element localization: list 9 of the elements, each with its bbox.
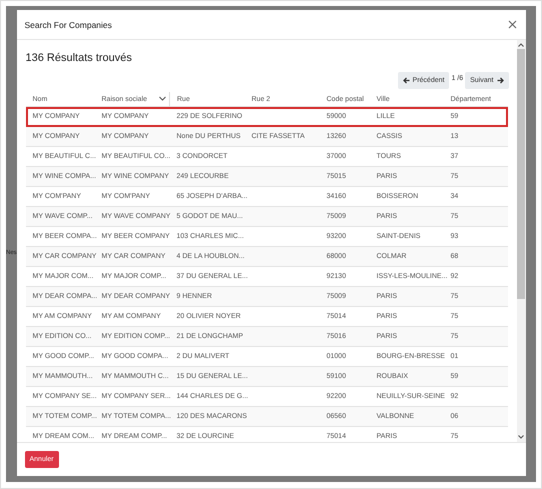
arrow-left-icon bbox=[402, 77, 410, 84]
dialog-title: Search For Companies bbox=[24, 20, 112, 30]
scrollbar[interactable] bbox=[516, 40, 526, 442]
scroll-down-icon[interactable] bbox=[518, 435, 524, 439]
close-icon[interactable] bbox=[508, 20, 516, 29]
scroll-up-icon[interactable] bbox=[518, 43, 524, 47]
sort-caret-icon[interactable] bbox=[159, 96, 166, 101]
arrow-right-icon bbox=[496, 77, 504, 84]
results-title: 136 Résultats trouvés bbox=[26, 52, 133, 64]
